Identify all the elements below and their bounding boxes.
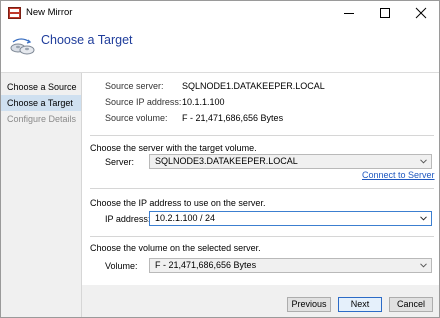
datakeeper-app-icon	[8, 7, 21, 19]
step-configure-details: Configure Details	[7, 114, 77, 124]
ip-address-dropdown-value: 10.2.1.100 / 24	[155, 213, 216, 223]
server-label: Server:	[105, 157, 135, 167]
volume-prompt: Choose the volume on the selected server…	[90, 243, 261, 253]
source-server-label: Source server:	[105, 81, 164, 91]
maximize-button[interactable]	[367, 1, 403, 25]
chevron-down-icon	[420, 263, 427, 268]
page-title: Choose a Target	[41, 33, 133, 47]
target-server-prompt: Choose the server with the target volume…	[90, 143, 257, 153]
minimize-button[interactable]	[331, 1, 367, 25]
connect-to-server-link[interactable]: Connect to Server	[362, 170, 435, 180]
divider	[90, 188, 434, 189]
wizard-footer: Previous Next Cancel	[82, 285, 439, 317]
divider	[90, 236, 434, 237]
source-volume-value: F - 21,471,686,656 Bytes	[182, 113, 284, 123]
maximize-icon	[380, 8, 390, 18]
volume-dropdown[interactable]: F - 21,471,686,656 Bytes	[149, 258, 432, 273]
next-button[interactable]: Next	[338, 297, 382, 312]
volume-label: Volume:	[105, 261, 138, 271]
wizard-steps-sidebar: Choose a Source Choose a Target Configur…	[1, 73, 82, 317]
previous-button[interactable]: Previous	[287, 297, 331, 312]
close-icon	[415, 7, 427, 19]
volume-dropdown-value: F - 21,471,686,656 Bytes	[155, 260, 257, 270]
divider	[90, 135, 434, 136]
title-bar: New Mirror	[1, 1, 439, 25]
server-dropdown[interactable]: SQLNODE3.DATAKEEPER.LOCAL	[149, 154, 432, 169]
source-server-value: SQLNODE1.DATAKEEPER.LOCAL	[182, 81, 325, 91]
source-volume-label: Source volume:	[105, 113, 168, 123]
new-mirror-window: New Mirror Choose a Target Choose a Sour…	[0, 0, 440, 318]
wizard-header: Choose a Target	[1, 25, 439, 72]
ip-address-label: IP address:	[105, 214, 151, 224]
window-title: New Mirror	[26, 7, 73, 18]
source-ip-label: Source IP address:	[105, 97, 182, 107]
mirror-disks-icon	[10, 38, 35, 55]
step-choose-target[interactable]: Choose a Target	[1, 95, 81, 111]
close-button[interactable]	[403, 1, 439, 25]
server-dropdown-value: SQLNODE3.DATAKEEPER.LOCAL	[155, 156, 298, 166]
step-choose-source[interactable]: Choose a Source	[1, 79, 81, 95]
cancel-button[interactable]: Cancel	[389, 297, 433, 312]
ip-address-dropdown[interactable]: 10.2.1.100 / 24	[149, 211, 432, 226]
chevron-down-icon	[420, 216, 427, 221]
ip-prompt: Choose the IP address to use on the serv…	[90, 198, 266, 208]
chevron-down-icon	[420, 159, 427, 164]
source-ip-value: 10.1.1.100	[182, 97, 225, 107]
minimize-icon	[344, 13, 354, 14]
wizard-content: Source server: SQLNODE1.DATAKEEPER.LOCAL…	[82, 73, 439, 285]
